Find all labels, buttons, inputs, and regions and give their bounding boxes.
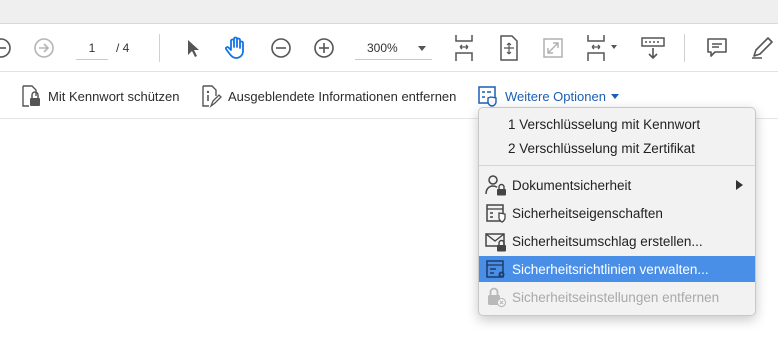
hand-tool-icon[interactable] (223, 35, 249, 61)
zoom-value: 300% (367, 41, 398, 55)
protect-with-password-button[interactable]: Mit Kennwort schützen (20, 83, 180, 109)
menu-item-document-security[interactable]: Dokumentsicherheit (479, 172, 755, 198)
menu-item-label: 1 Verschlüsselung mit Kennwort (508, 116, 701, 132)
scroll-mode-icon[interactable] (640, 35, 666, 61)
zoom-out-icon[interactable] (270, 37, 292, 59)
menu-item-label: Sicherheitsumschlag erstellen... (512, 233, 703, 249)
submenu-arrow-icon (736, 180, 743, 190)
protect-with-password-label: Mit Kennwort schützen (48, 88, 180, 104)
rotate-icon[interactable] (497, 34, 521, 62)
policy-gear-icon (485, 258, 507, 280)
more-options-button[interactable]: Weitere Optionen (477, 83, 619, 109)
toolbar-divider (159, 34, 160, 62)
remove-hidden-info-label: Ausgeblendete Informationen entfernen (228, 88, 457, 104)
menu-item-label: Dokumentsicherheit (512, 177, 632, 193)
menu-item-encrypt-certificate[interactable]: 2 Verschlüsselung mit Zertifikat (479, 135, 755, 161)
main-toolbar: 1 / 4 300% (0, 24, 778, 72)
menu-item-label: Sicherheitsrichtlinien verwalten... (512, 261, 709, 277)
full-screen-icon[interactable] (541, 36, 565, 60)
lock-remove-icon (485, 286, 507, 308)
envelope-lock-icon (485, 230, 507, 252)
page-total-label: / 4 (116, 41, 130, 55)
menu-item-label: 2 Verschlüsselung mit Zertifikat (508, 140, 695, 156)
zoom-out-circle-icon[interactable] (0, 37, 12, 59)
page-number-input[interactable]: 1 (76, 36, 108, 60)
zoom-in-icon[interactable] (313, 37, 335, 59)
menu-item-label: Sicherheitseigenschaften (512, 205, 663, 221)
security-properties-icon (485, 202, 507, 224)
remove-hidden-info-button[interactable]: Ausgeblendete Informationen entfernen (200, 83, 456, 109)
window-top-strip (0, 0, 778, 24)
fit-width-icon[interactable] (585, 33, 621, 63)
menu-item-label: Sicherheitseinstellungen entfernen (512, 289, 720, 305)
more-options-menu: 1 Verschlüsselung mit Kennwort 2 Verschl… (478, 107, 756, 316)
menu-item-security-properties[interactable]: Sicherheitseigenschaften (479, 200, 755, 226)
security-options-icon (478, 86, 497, 107)
pen-icon[interactable] (750, 36, 776, 60)
user-lock-icon (485, 174, 507, 196)
chevron-down-icon (418, 46, 426, 51)
document-info-icon (202, 85, 222, 108)
select-arrow-icon[interactable] (182, 37, 204, 59)
menu-separator (479, 165, 755, 166)
chevron-down-icon (610, 93, 619, 99)
menu-item-remove-security: Sicherheitseinstellungen entfernen (479, 284, 755, 310)
zoom-select[interactable]: 300% (355, 36, 432, 60)
menu-item-security-envelope[interactable]: Sicherheitsumschlag erstellen... (479, 228, 755, 254)
fit-page-icon[interactable] (451, 33, 477, 63)
more-options-label: Weitere Optionen (505, 88, 606, 104)
toolbar-divider (684, 34, 685, 62)
menu-item-manage-policies[interactable]: Sicherheitsrichtlinien verwalten... (479, 256, 755, 282)
document-lock-icon (22, 85, 40, 107)
next-page-icon[interactable] (33, 37, 55, 59)
menu-item-encrypt-password[interactable]: 1 Verschlüsselung mit Kennwort (479, 111, 755, 137)
comment-icon[interactable] (705, 36, 729, 60)
